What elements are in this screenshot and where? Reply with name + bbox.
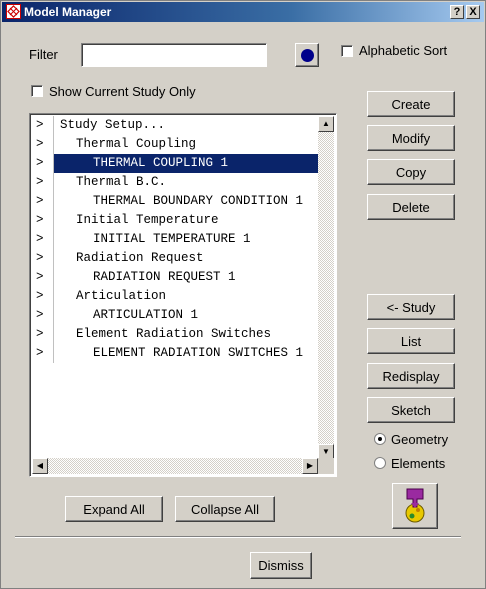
filter-dot-icon [300, 48, 314, 62]
expand-arrow-icon[interactable]: > [36, 325, 48, 344]
elements-radio[interactable] [374, 457, 386, 469]
tree-row[interactable]: > ELEMENT RADIATION SWITCHES 1 [32, 344, 318, 363]
expand-arrow-icon[interactable]: > [36, 154, 48, 173]
tree-row-label: ELEMENT RADIATION SWITCHES 1 [93, 346, 304, 360]
tree-row[interactable]: > Radiation Request [32, 249, 318, 268]
expand-arrow-icon[interactable]: > [36, 211, 48, 230]
close-button[interactable]: X [466, 5, 480, 19]
model-tool-icon [397, 485, 433, 528]
dismiss-button[interactable]: Dismiss [250, 552, 312, 579]
study-button[interactable]: <- Study [367, 294, 455, 320]
model-tool-button[interactable] [392, 483, 438, 529]
elements-radio-label: Elements [391, 456, 446, 471]
filter-input[interactable] [81, 43, 267, 67]
alphabetic-sort-checkbox[interactable] [341, 45, 353, 57]
expand-arrow-icon[interactable]: > [36, 116, 48, 135]
filter-indicator-button[interactable] [295, 43, 319, 67]
tree-row[interactable]: > RADIATION REQUEST 1 [32, 268, 318, 287]
row-separator [53, 211, 54, 230]
tree-row-label: THERMAL BOUNDARY CONDITION 1 [93, 194, 304, 208]
tree-row[interactable]: > Thermal B.C. [32, 173, 318, 192]
modify-button[interactable]: Modify [367, 125, 455, 151]
expand-arrow-icon[interactable]: > [36, 249, 48, 268]
filter-label: Filter [29, 47, 58, 62]
tree-row-label: INITIAL TEMPERATURE 1 [93, 232, 251, 246]
help-button[interactable]: ? [450, 5, 464, 19]
tree-row-label: THERMAL COUPLING 1 [93, 156, 229, 170]
tree-row[interactable]: > Initial Temperature [32, 211, 318, 230]
expand-arrow-icon[interactable]: > [36, 135, 48, 154]
tree-row-label: Thermal Coupling [76, 137, 197, 151]
tree-row[interactable]: > Study Setup... [32, 116, 318, 135]
tree-row-label: Radiation Request [76, 251, 204, 265]
scroll-corner [318, 458, 334, 474]
tree-row[interactable]: > THERMAL COUPLING 1 [32, 154, 318, 173]
tree-row[interactable]: > Element Radiation Switches [32, 325, 318, 344]
row-separator [53, 268, 54, 287]
row-separator [53, 344, 54, 363]
row-separator [53, 116, 54, 135]
list-button[interactable]: List [367, 328, 455, 354]
alphabetic-sort-label: Alphabetic Sort [359, 43, 448, 58]
model-tree-rows: > Study Setup... > Thermal Coupling > THERMAL… [32, 116, 318, 460]
title-bar[interactable]: Model Manager ? X [2, 2, 484, 22]
row-separator [53, 249, 54, 268]
vertical-scrollbar[interactable]: ▲ ▼ [318, 116, 334, 460]
window-title: Model Manager [24, 5, 112, 19]
separator [15, 536, 461, 538]
row-separator [53, 306, 54, 325]
show-current-study-label: Show Current Study Only [49, 84, 196, 99]
expand-arrow-icon[interactable]: > [36, 268, 48, 287]
horizontal-scrollbar[interactable]: ◀ ▶ [32, 458, 318, 474]
show-current-study-checkbox[interactable] [31, 85, 43, 97]
tree-row-label: RADIATION REQUEST 1 [93, 270, 236, 284]
expand-arrow-icon[interactable]: > [36, 192, 48, 211]
expand-all-button[interactable]: Expand All [65, 496, 163, 522]
tree-row[interactable]: > INITIAL TEMPERATURE 1 [32, 230, 318, 249]
tree-row-label: Study Setup... [60, 118, 166, 132]
expand-arrow-icon[interactable]: > [36, 287, 48, 306]
collapse-all-button[interactable]: Collapse All [175, 496, 275, 522]
redisplay-button[interactable]: Redisplay [367, 363, 455, 389]
tree-row[interactable]: > ARTICULATION 1 [32, 306, 318, 325]
row-separator [53, 173, 54, 192]
expand-arrow-icon[interactable]: > [36, 306, 48, 325]
scroll-up-icon[interactable]: ▲ [318, 116, 334, 132]
row-separator [53, 230, 54, 249]
sketch-button[interactable]: Sketch [367, 397, 455, 423]
expand-arrow-icon[interactable]: > [36, 230, 48, 249]
expand-arrow-icon[interactable]: > [36, 173, 48, 192]
tree-row-label: ARTICULATION 1 [93, 308, 199, 322]
tree-row-label: Element Radiation Switches [76, 327, 272, 341]
tree-row[interactable]: > Thermal Coupling [32, 135, 318, 154]
tree-row-label: Thermal B.C. [76, 175, 167, 189]
model-manager-window: Model Manager ? X Filter Alphabetic Sort… [0, 0, 486, 589]
tree-row-label: Articulation [76, 289, 167, 303]
row-separator [53, 287, 54, 306]
row-separator [53, 192, 54, 211]
geometry-radio[interactable] [374, 433, 386, 445]
tree-row[interactable]: > THERMAL BOUNDARY CONDITION 1 [32, 192, 318, 211]
create-button[interactable]: Create [367, 91, 455, 117]
row-separator [53, 154, 54, 173]
delete-button[interactable]: Delete [367, 194, 455, 220]
model-tree-list[interactable]: > Study Setup... > Thermal Coupling > THERMAL… [29, 113, 337, 477]
tree-row[interactable]: > Articulation [32, 287, 318, 306]
row-separator [53, 325, 54, 344]
copy-button[interactable]: Copy [367, 159, 455, 185]
tree-row-label: Initial Temperature [76, 213, 219, 227]
geometry-radio-label: Geometry [391, 432, 449, 447]
scroll-left-icon[interactable]: ◀ [32, 458, 48, 474]
scroll-right-icon[interactable]: ▶ [302, 458, 318, 474]
row-separator [53, 135, 54, 154]
app-icon [6, 4, 21, 19]
expand-arrow-icon[interactable]: > [36, 344, 48, 363]
